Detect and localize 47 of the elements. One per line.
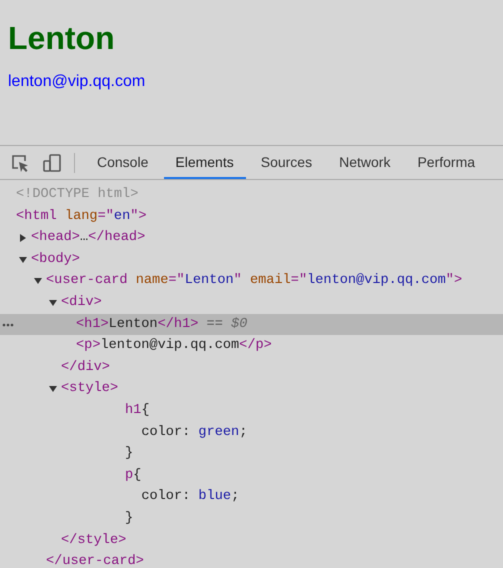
code-line: <style> xyxy=(61,380,118,398)
dom-tree-row[interactable]: <h1>Lenton</h1> == $0 xyxy=(0,314,503,336)
panel-tab[interactable]: Network xyxy=(328,146,402,179)
code-line: <user-card name="Lenton" email="lenton@vip.qq.com"> xyxy=(46,272,462,290)
code-line: } xyxy=(125,510,134,528)
code-line: <p>lenton@vip.qq.com</p> xyxy=(76,337,272,356)
panel-tab[interactable]: Console xyxy=(86,146,160,179)
code-line: <h1>Lenton</h1> == $0 xyxy=(76,316,248,334)
expanded-triangle-icon[interactable] xyxy=(34,277,42,286)
code-line: <head>…</head> xyxy=(31,229,146,248)
panel-tab[interactable]: Sources xyxy=(250,146,324,179)
page-heading: Lenton xyxy=(8,20,116,57)
expanded-triangle-icon[interactable] xyxy=(19,256,27,264)
dom-tree-row[interactable]: <style> xyxy=(0,378,503,400)
inspect-cursor-icon[interactable] xyxy=(10,152,30,172)
dom-tree-row[interactable]: color: green; xyxy=(0,422,503,444)
code-line: <div> xyxy=(61,294,102,312)
code-line: <!DOCTYPE html> xyxy=(16,186,138,204)
dom-tree-row[interactable]: } xyxy=(0,508,503,530)
panel-tab[interactable]: Elements xyxy=(164,146,246,179)
expanded-triangle-icon[interactable] xyxy=(49,298,57,307)
dom-tree-row[interactable]: <div> xyxy=(0,292,503,314)
code-line: <body> xyxy=(31,250,80,269)
code-line: color: blue; xyxy=(140,488,240,506)
collapsed-triangle-icon[interactable] xyxy=(19,234,27,242)
dom-tree-row[interactable]: h1{ xyxy=(0,400,503,422)
dom-tree-row[interactable]: <user-card name="Lenton" email="lenton@vip.qq.com"> xyxy=(0,270,503,292)
dom-tree-row[interactable]: <head>…</head> xyxy=(0,227,503,249)
code-line: } xyxy=(125,445,134,464)
expanded-triangle-icon[interactable] xyxy=(49,385,57,394)
code-line: </style> xyxy=(61,532,126,550)
dom-tree-row[interactable]: <p>lenton@vip.qq.com</p> xyxy=(0,335,503,357)
code-line: </user-card> xyxy=(46,553,144,568)
device-icon[interactable] xyxy=(42,152,62,172)
panel-tab[interactable]: Performa xyxy=(406,146,488,179)
email-text: lenton@vip.qq.com xyxy=(8,73,146,91)
dom-tree-row[interactable]: <body> xyxy=(0,248,503,270)
dom-tree-row[interactable]: color: blue; xyxy=(0,486,503,508)
dom-tree-row[interactable]: <html lang="en"> xyxy=(0,206,503,228)
code-line: color: green; xyxy=(140,424,248,442)
code-line: </div> xyxy=(61,358,110,377)
dom-tree-row[interactable]: } xyxy=(0,443,503,465)
code-line: h1{ xyxy=(125,402,150,420)
code-line: <html lang="en"> xyxy=(16,208,147,226)
more-dots-icon[interactable] xyxy=(2,322,14,327)
dom-tree-row[interactable]: p{ xyxy=(0,464,503,486)
code-line: p{ xyxy=(125,466,142,485)
